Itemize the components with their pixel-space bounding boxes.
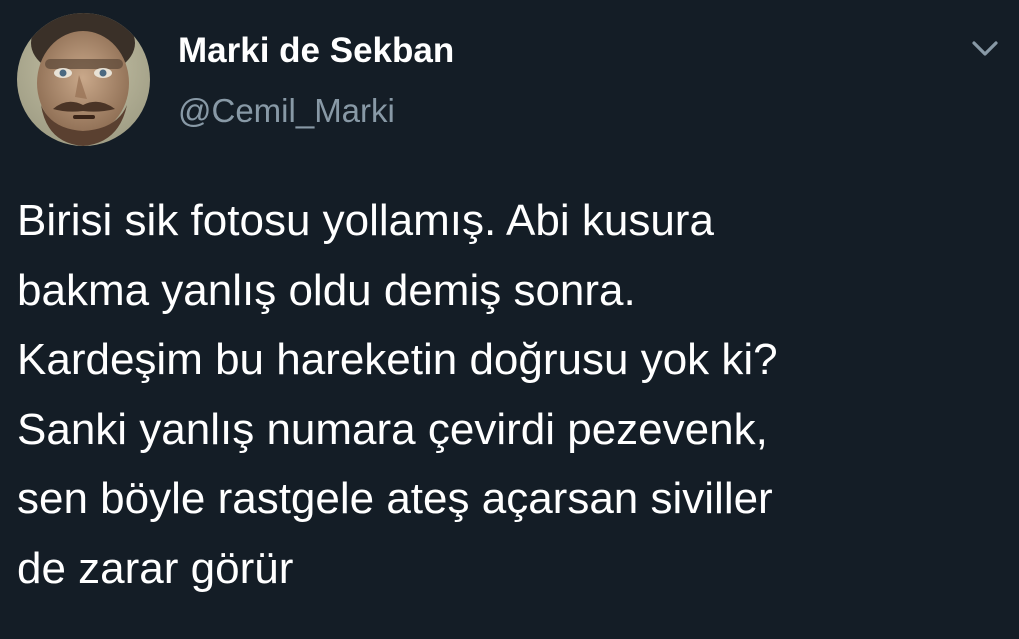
tweet-text-line: Kardeşim bu hareketin doğrusu yok ki? <box>17 335 778 384</box>
author-display-name[interactable]: Marki de Sekban <box>178 30 454 72</box>
tweet-text-line: Sanki yanlış numara çevirdi pezevenk, <box>17 404 768 454</box>
tweet-text-line: Birisi sik fotosu yollamış. Abi kusura <box>17 196 714 245</box>
tweet-text: Birisi sik fotosu yollamış. Abi kusura b… <box>17 186 1007 603</box>
tweet-text-line: sen böyle rastgele ateş açarsan siviller <box>17 474 773 523</box>
avatar-photo <box>17 13 150 146</box>
author-handle[interactable]: @Cemil_Marki <box>178 91 395 131</box>
tweet-text-line: bakma yanlış oldu demiş sonra. <box>17 265 636 315</box>
tweet-text-line: de zarar görür <box>17 543 294 593</box>
chevron-down-icon[interactable] <box>968 34 1002 64</box>
tweet-card: Marki de Sekban @Cemil_Marki Birisi sik … <box>0 0 1019 639</box>
author-avatar[interactable] <box>17 13 150 146</box>
